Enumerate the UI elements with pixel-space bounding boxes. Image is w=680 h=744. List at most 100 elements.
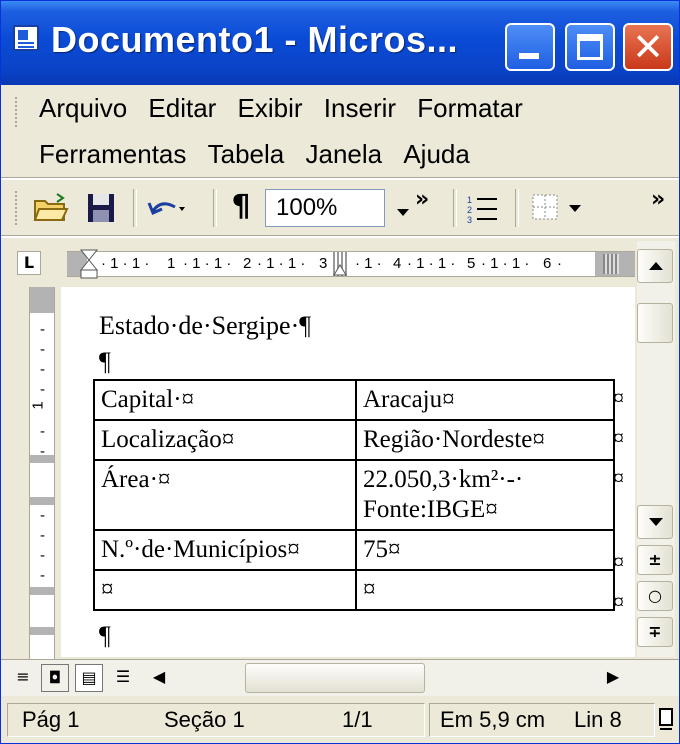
browse-object-circle-icon: ○ xyxy=(648,586,662,605)
undo-button[interactable] xyxy=(143,189,193,227)
maximize-button[interactable] xyxy=(565,23,615,71)
word-document-icon[interactable] xyxy=(13,25,39,51)
menu-arquivo[interactable]: Arquivo xyxy=(39,93,127,124)
book-status-icon[interactable] xyxy=(657,705,675,733)
row-end-mark: ¤ xyxy=(613,425,624,450)
save-button[interactable] xyxy=(81,189,121,227)
zoom-dropdown-icon[interactable] xyxy=(397,209,409,216)
document-table[interactable]: Capital·¤ Aracaju¤ Localização¤ Região·N… xyxy=(93,379,615,611)
vertical-scrollbar[interactable]: ± ○ ∓ xyxy=(637,241,675,657)
web-layout-view-button[interactable]: ◘ xyxy=(41,664,69,692)
pilcrow-icon: ¶ xyxy=(231,189,251,224)
toolbar-separator xyxy=(453,189,457,227)
status-panel-cursor: Em 5,9 cm Lin 8 xyxy=(429,703,655,737)
status-panel-position: Pág 1 Seção 1 1/1 xyxy=(7,703,425,737)
toolbar-separator xyxy=(133,189,137,227)
open-folder-icon xyxy=(33,193,69,221)
close-button[interactable]: ✕ xyxy=(623,23,673,71)
menu-janela[interactable]: Janela xyxy=(305,139,382,170)
indent-marker-icon[interactable] xyxy=(79,248,99,282)
menu-tabela[interactable]: Tabela xyxy=(208,139,285,170)
undo-icon xyxy=(147,202,185,216)
scroll-up-button[interactable] xyxy=(637,249,673,283)
last-paragraph-mark[interactable]: ¶ xyxy=(99,621,111,651)
horizontal-ruler[interactable]: · 1 · 1 · 1 · 1 · 1 · 2 · 1 · 1 · 3 · 1 … xyxy=(67,249,635,279)
print-layout-view-button[interactable]: ▤ xyxy=(75,664,103,692)
open-button[interactable] xyxy=(29,189,73,227)
select-browse-object-button[interactable]: ○ xyxy=(637,581,673,611)
borders-button[interactable] xyxy=(527,189,563,227)
tab-selector-button[interactable]: L xyxy=(17,251,41,275)
right-indent-marker-icon[interactable] xyxy=(333,262,347,276)
menu-toolbar-divider xyxy=(1,177,679,180)
table-row[interactable]: Área·¤ 22.050,3·km²·-· Fonte:IBGE¤ xyxy=(93,459,615,531)
table-cell[interactable]: ¤ xyxy=(355,569,615,611)
table-row[interactable]: N.º·de·Municípios¤ 75¤ xyxy=(93,529,615,571)
status-section: Seção 1 xyxy=(164,707,245,732)
menu-exibir[interactable]: Exibir xyxy=(238,93,303,124)
scroll-right-button[interactable]: ▶ xyxy=(599,664,627,692)
zoom-select[interactable]: 100% xyxy=(265,189,385,227)
toolbar-overflow-button[interactable]: » xyxy=(415,189,443,227)
table-cell[interactable]: ¤ xyxy=(93,569,357,611)
show-formatting-button[interactable]: ¶ xyxy=(223,189,259,227)
previous-page-button[interactable]: ± xyxy=(637,545,673,575)
window-title: Documento1 - Micros... xyxy=(51,19,459,60)
arrow-left-icon: ◀ xyxy=(152,667,166,686)
overflow-chevron-icon: » xyxy=(415,187,430,212)
table-cell[interactable]: N.º·de·Municípios¤ xyxy=(93,529,357,571)
menu-ajuda[interactable]: Ajuda xyxy=(403,139,470,170)
borders-dropdown-icon[interactable] xyxy=(569,205,581,212)
document-page[interactable]: Estado·de·Sergipe·¶ ¶ Capital·¤ Aracaju¤… xyxy=(61,287,635,657)
table-cell[interactable]: 22.050,3·km²·-· Fonte:IBGE¤ xyxy=(355,459,615,531)
arrow-down-icon xyxy=(649,518,663,526)
menu-editar[interactable]: Editar xyxy=(148,93,216,124)
ruler-number-1: 1 xyxy=(167,255,176,272)
vertical-ruler[interactable]: ---- 1 -- ---- xyxy=(29,287,55,667)
ruler-number-3: 3 xyxy=(319,255,328,272)
table-cell[interactable]: Localização¤ xyxy=(93,419,357,461)
vruler-table-marker xyxy=(30,587,54,595)
vruler-table-marker xyxy=(30,455,54,463)
table-row[interactable]: ¤ ¤ xyxy=(93,569,615,611)
row-end-mark: ¤ xyxy=(613,385,624,410)
close-icon: ✕ xyxy=(632,25,664,69)
table-cell[interactable]: Região·Nordeste¤ xyxy=(355,419,615,461)
ruler-number-6: 6 xyxy=(543,255,552,272)
status-line: Lin 8 xyxy=(574,707,622,732)
menu-ferramentas[interactable]: Ferramentas xyxy=(39,139,186,170)
minimize-button[interactable] xyxy=(505,23,555,71)
title-bar[interactable]: Documento1 - Micros... ✕ xyxy=(1,1,679,85)
numbering-button[interactable]: 123 xyxy=(463,189,503,227)
normal-view-button[interactable]: ≡ xyxy=(9,664,37,692)
double-up-arrow-icon: ± xyxy=(648,550,662,569)
table-cell[interactable]: Capital·¤ xyxy=(93,379,357,421)
arrow-right-icon: ▶ xyxy=(606,667,620,686)
vruler-top-margin xyxy=(30,287,54,313)
menu-formatar[interactable]: Formatar xyxy=(417,93,522,124)
doc-heading[interactable]: Estado·de·Sergipe·¶ xyxy=(99,311,311,341)
empty-paragraph-mark[interactable]: ¶ xyxy=(99,347,111,377)
table-row[interactable]: Localização¤ Região·Nordeste¤ xyxy=(93,419,615,461)
outline-view-icon: ☰ xyxy=(115,667,131,686)
table-row[interactable]: Capital·¤ Aracaju¤ xyxy=(93,379,615,421)
scroll-down-button[interactable] xyxy=(637,505,673,539)
toolbar-grip[interactable] xyxy=(15,191,21,225)
table-end-marker-icon[interactable] xyxy=(603,254,619,274)
status-page-count: 1/1 xyxy=(342,707,373,732)
outline-view-button[interactable]: ☰ xyxy=(109,664,137,692)
scroll-left-button[interactable]: ◀ xyxy=(145,664,173,692)
zoom-value: 100% xyxy=(276,194,338,221)
horizontal-scroll-thumb[interactable] xyxy=(245,663,425,693)
next-page-button[interactable]: ∓ xyxy=(637,617,673,647)
horizontal-scrollbar-area: ≡ ◘ ▤ ☰ ◀ ▶ xyxy=(1,659,679,696)
toolbar-overflow-button-2[interactable]: » xyxy=(651,189,677,227)
table-cell[interactable]: Área·¤ xyxy=(93,459,357,531)
menu-inserir[interactable]: Inserir xyxy=(324,93,396,124)
table-cell[interactable]: Aracaju¤ xyxy=(355,379,615,421)
vertical-scroll-thumb[interactable] xyxy=(637,303,673,343)
menu-grip[interactable] xyxy=(15,97,21,127)
table-cell[interactable]: 75¤ xyxy=(355,529,615,571)
ruler-number-2: 2 xyxy=(243,255,252,272)
save-disk-icon xyxy=(88,194,114,222)
